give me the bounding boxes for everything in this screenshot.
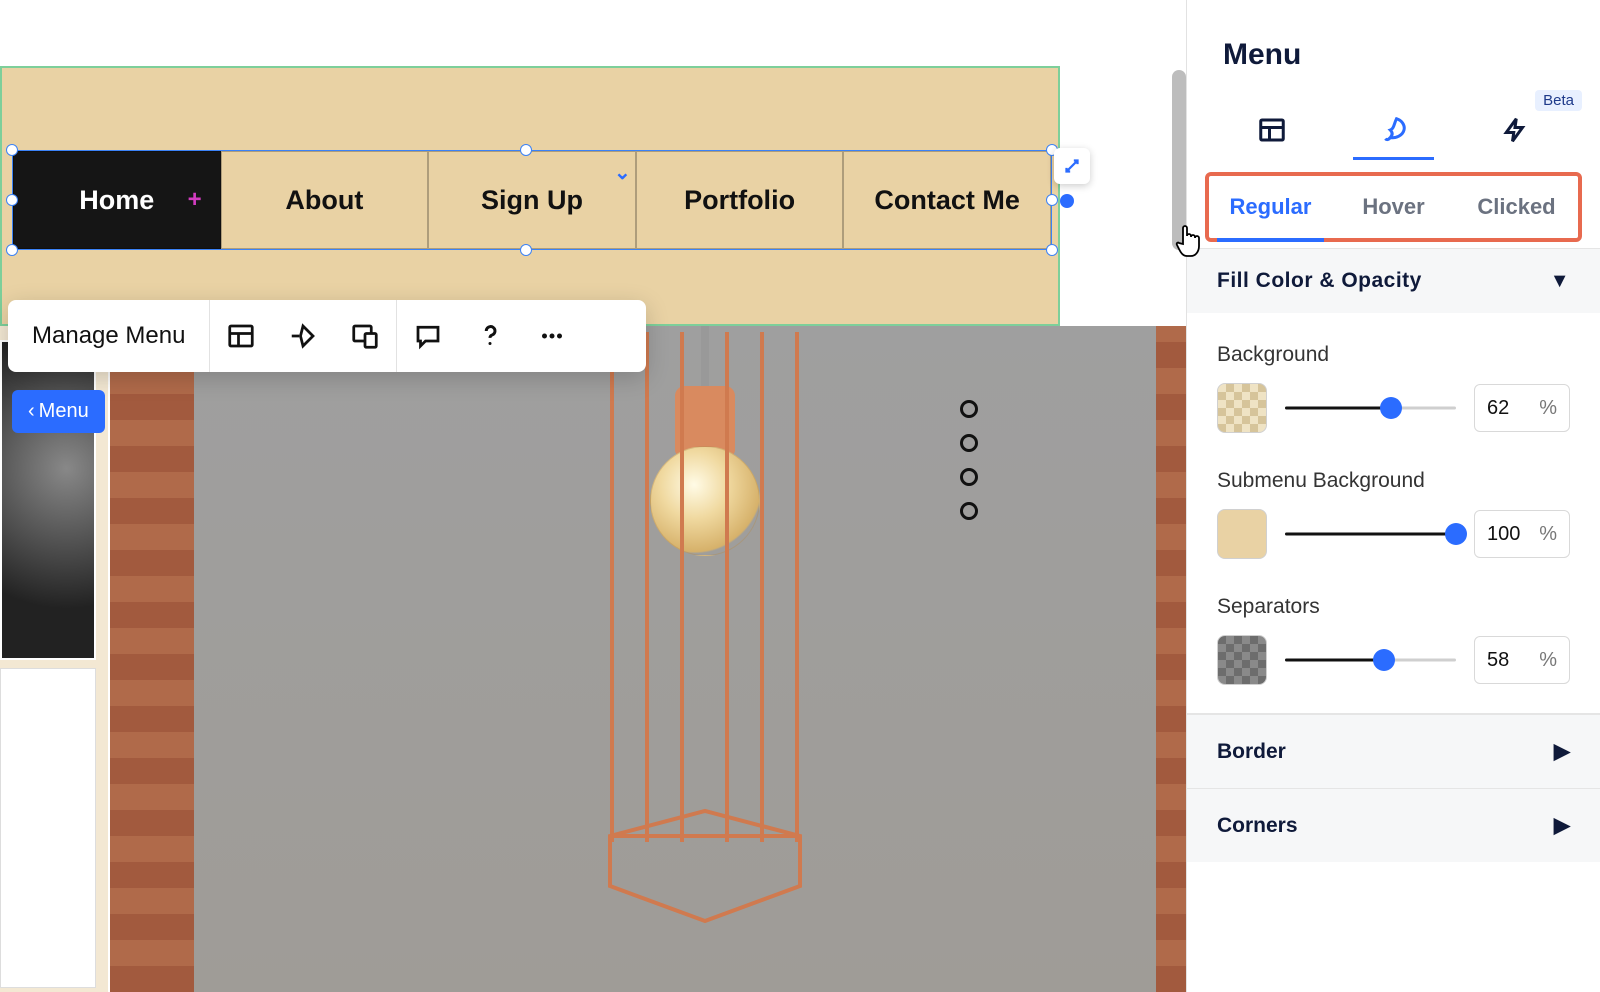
submenu-opacity-input[interactable]: 100 %: [1474, 510, 1570, 558]
nav-label: Sign Up: [481, 185, 583, 216]
pct: %: [1539, 649, 1557, 672]
value: 100: [1487, 523, 1520, 546]
plus-icon: +: [188, 186, 202, 214]
tab-layout[interactable]: [1211, 102, 1333, 158]
submenu-opacity-slider[interactable]: [1285, 524, 1456, 544]
resize-handle[interactable]: [1060, 194, 1074, 208]
section-title: Fill Color & Opacity: [1217, 269, 1422, 293]
menu-back-chip[interactable]: ‹ Menu: [12, 390, 105, 433]
lamp-graphic: [650, 326, 760, 556]
background-color-swatch[interactable]: [1217, 383, 1267, 433]
pct: %: [1539, 397, 1557, 420]
anchor-dot[interactable]: [960, 434, 978, 452]
selection-handle[interactable]: [1046, 194, 1058, 206]
nav-label: About: [285, 185, 363, 216]
nav-item-signup[interactable]: Sign Up ⌄: [428, 151, 636, 249]
state-tabs-highlight: Regular Hover Clicked: [1205, 172, 1582, 242]
brick-texture: [1156, 326, 1186, 992]
beta-badge: Beta: [1535, 90, 1582, 111]
separators-opacity-input[interactable]: 58 %: [1474, 636, 1570, 684]
selection-handle[interactable]: [6, 144, 18, 156]
section-title: Border: [1217, 740, 1286, 764]
help-icon[interactable]: [459, 300, 521, 372]
nav-item-about[interactable]: About: [221, 151, 429, 249]
value: 62: [1487, 397, 1509, 420]
chevron-down-icon: ▼: [1550, 270, 1570, 293]
scrollbar[interactable]: [1172, 70, 1186, 250]
chevron-left-icon: ‹: [28, 400, 35, 423]
separators-color-swatch[interactable]: [1217, 635, 1267, 685]
element-toolbar: Manage Menu: [8, 300, 646, 372]
brick-texture: [110, 326, 194, 992]
chip-label: Menu: [39, 400, 89, 423]
selection-handle[interactable]: [6, 244, 18, 256]
separators-opacity-slider[interactable]: [1285, 650, 1456, 670]
value: 58: [1487, 649, 1509, 672]
state-tab-hover[interactable]: Hover: [1332, 176, 1455, 238]
nav-label: Contact Me: [874, 185, 1020, 216]
thumbnail-box: [0, 668, 96, 988]
manage-menu-button[interactable]: Manage Menu: [8, 322, 209, 350]
selection-handle[interactable]: [520, 144, 532, 156]
nav-item-portfolio[interactable]: Portfolio: [636, 151, 844, 249]
design-panel: Menu Beta Regular Hover Clicked Fill Col…: [1186, 0, 1600, 992]
selection-handle[interactable]: [1046, 244, 1058, 256]
comment-icon[interactable]: [397, 300, 459, 372]
nav-item-home[interactable]: Home +: [13, 151, 221, 249]
section-corners[interactable]: Corners ▶: [1187, 788, 1600, 862]
background-opacity-input[interactable]: 62 %: [1474, 384, 1570, 432]
section-border[interactable]: Border ▶: [1187, 714, 1600, 788]
caret-icon: ⌄: [614, 160, 631, 185]
panel-title: Menu: [1187, 0, 1600, 96]
page-anchor-dots: [960, 400, 978, 520]
selection-handle[interactable]: [520, 244, 532, 256]
pct: %: [1539, 523, 1557, 546]
expand-button[interactable]: [1054, 148, 1090, 184]
nav-label: Portfolio: [684, 185, 795, 216]
state-tab-clicked[interactable]: Clicked: [1455, 176, 1578, 238]
chevron-right-icon: ▶: [1554, 739, 1570, 764]
nav-item-contact[interactable]: Contact Me: [843, 151, 1051, 249]
animation-icon[interactable]: [272, 300, 334, 372]
nav-menu-selected[interactable]: Home + About Sign Up ⌄ Portfolio Contact…: [12, 150, 1052, 250]
responsive-icon[interactable]: [334, 300, 396, 372]
section-fill-header[interactable]: Fill Color & Opacity ▼: [1187, 249, 1600, 313]
chevron-right-icon: ▶: [1554, 813, 1570, 838]
layout-icon[interactable]: [210, 300, 272, 372]
state-tab-regular[interactable]: Regular: [1209, 176, 1332, 238]
anchor-dot[interactable]: [960, 400, 978, 418]
background-opacity-slider[interactable]: [1285, 398, 1456, 418]
prop-label-separators: Separators: [1217, 595, 1570, 619]
thumbnail-box: [0, 340, 96, 660]
section-title: Corners: [1217, 814, 1298, 838]
more-icon[interactable]: [521, 300, 583, 372]
tab-design[interactable]: [1333, 102, 1455, 158]
submenu-color-swatch[interactable]: [1217, 509, 1267, 559]
prop-label-submenu: Submenu Background: [1217, 469, 1570, 493]
anchor-dot[interactable]: [960, 468, 978, 486]
prop-label-background: Background: [1217, 343, 1570, 367]
hero-image: [110, 326, 1186, 992]
canvas-area[interactable]: Home + About Sign Up ⌄ Portfolio Contact…: [0, 0, 1186, 992]
selection-handle[interactable]: [6, 194, 18, 206]
nav-label: Home: [79, 185, 154, 216]
anchor-dot[interactable]: [960, 502, 978, 520]
panel-mode-tabs: Beta: [1187, 96, 1600, 158]
